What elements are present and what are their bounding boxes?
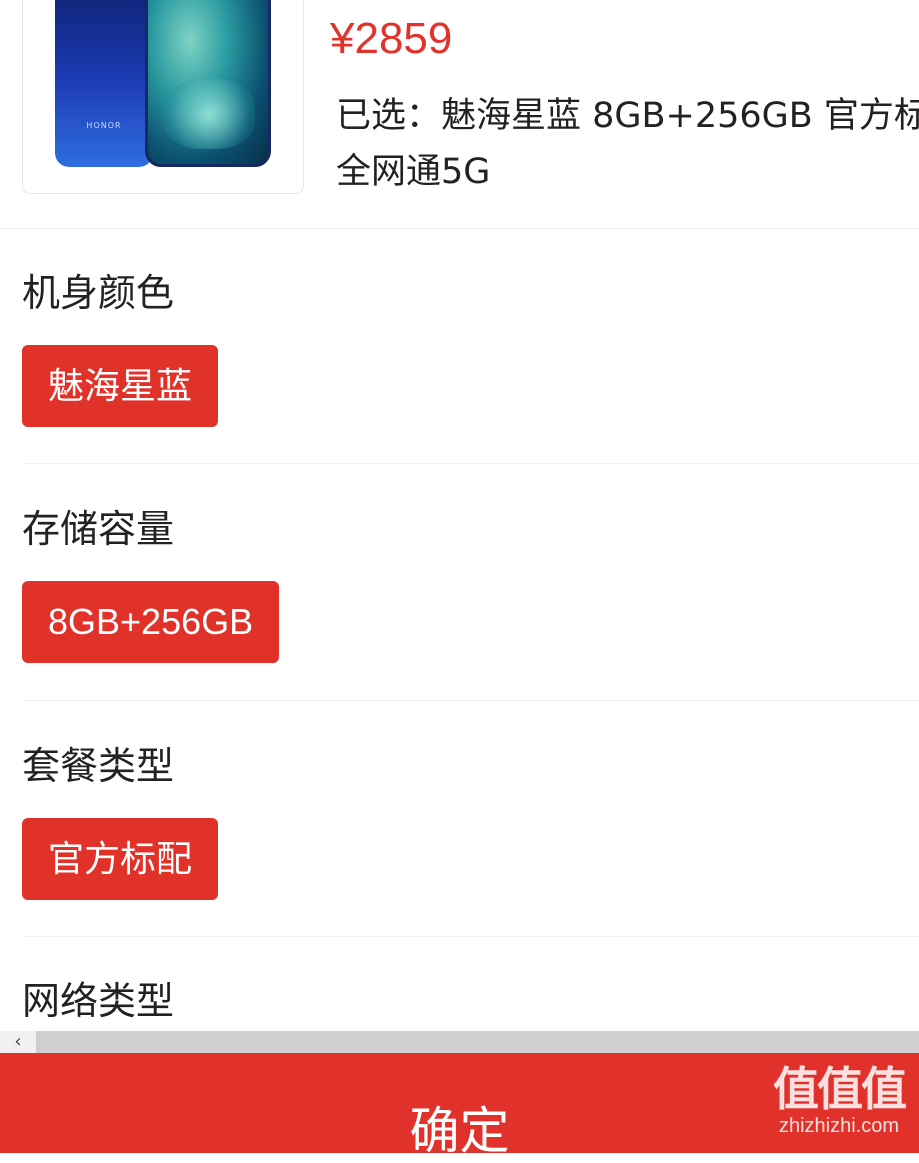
section-title: 存储容量 [22,507,175,551]
product-price: ¥2859 [330,14,453,63]
section-title: 套餐类型 [22,744,175,788]
section-color: 机身颜色 魅海星蓝 [22,262,919,427]
option-color-chip[interactable]: 魅海星蓝 [22,345,219,427]
phone-back-image: HONOR [55,0,153,167]
watermark-line2: zhizhizhi.com [778,1115,900,1137]
product-header: HONOR ¥2859 已选：魅海星蓝 8GB+256GB 官方标配 全网通5G [0,0,919,229]
watermark-line1: 值值值 [773,1062,907,1116]
phone-front-image [145,0,271,167]
section-title: 网络类型 [22,979,175,1023]
section-title: 机身颜色 [22,271,175,315]
divider [22,463,919,464]
option-package-chip[interactable]: 官方标配 [22,818,219,900]
phone-brand-text: HONOR [86,121,122,130]
product-image[interactable]: HONOR [22,0,304,194]
option-storage-chip[interactable]: 8GB+256GB [22,581,280,663]
watermark-logo: 值值值 zhizhizhi.com [769,1063,909,1138]
selected-spec-text: 已选：魅海星蓝 8GB+256GB 官方标配 全网通5G [336,96,919,192]
divider [22,936,919,937]
horizontal-scrollbar[interactable]: ‹ [0,1031,919,1053]
section-storage: 存储容量 8GB+256GB [22,498,919,663]
scroll-left-arrow-icon[interactable]: ‹ [0,1031,36,1053]
section-package: 套餐类型 官方标配 [22,735,919,900]
section-network: 网络类型 [22,970,919,1025]
confirm-button[interactable]: 确定 值值值 zhizhizhi.com [0,1053,919,1160]
divider [22,700,919,701]
